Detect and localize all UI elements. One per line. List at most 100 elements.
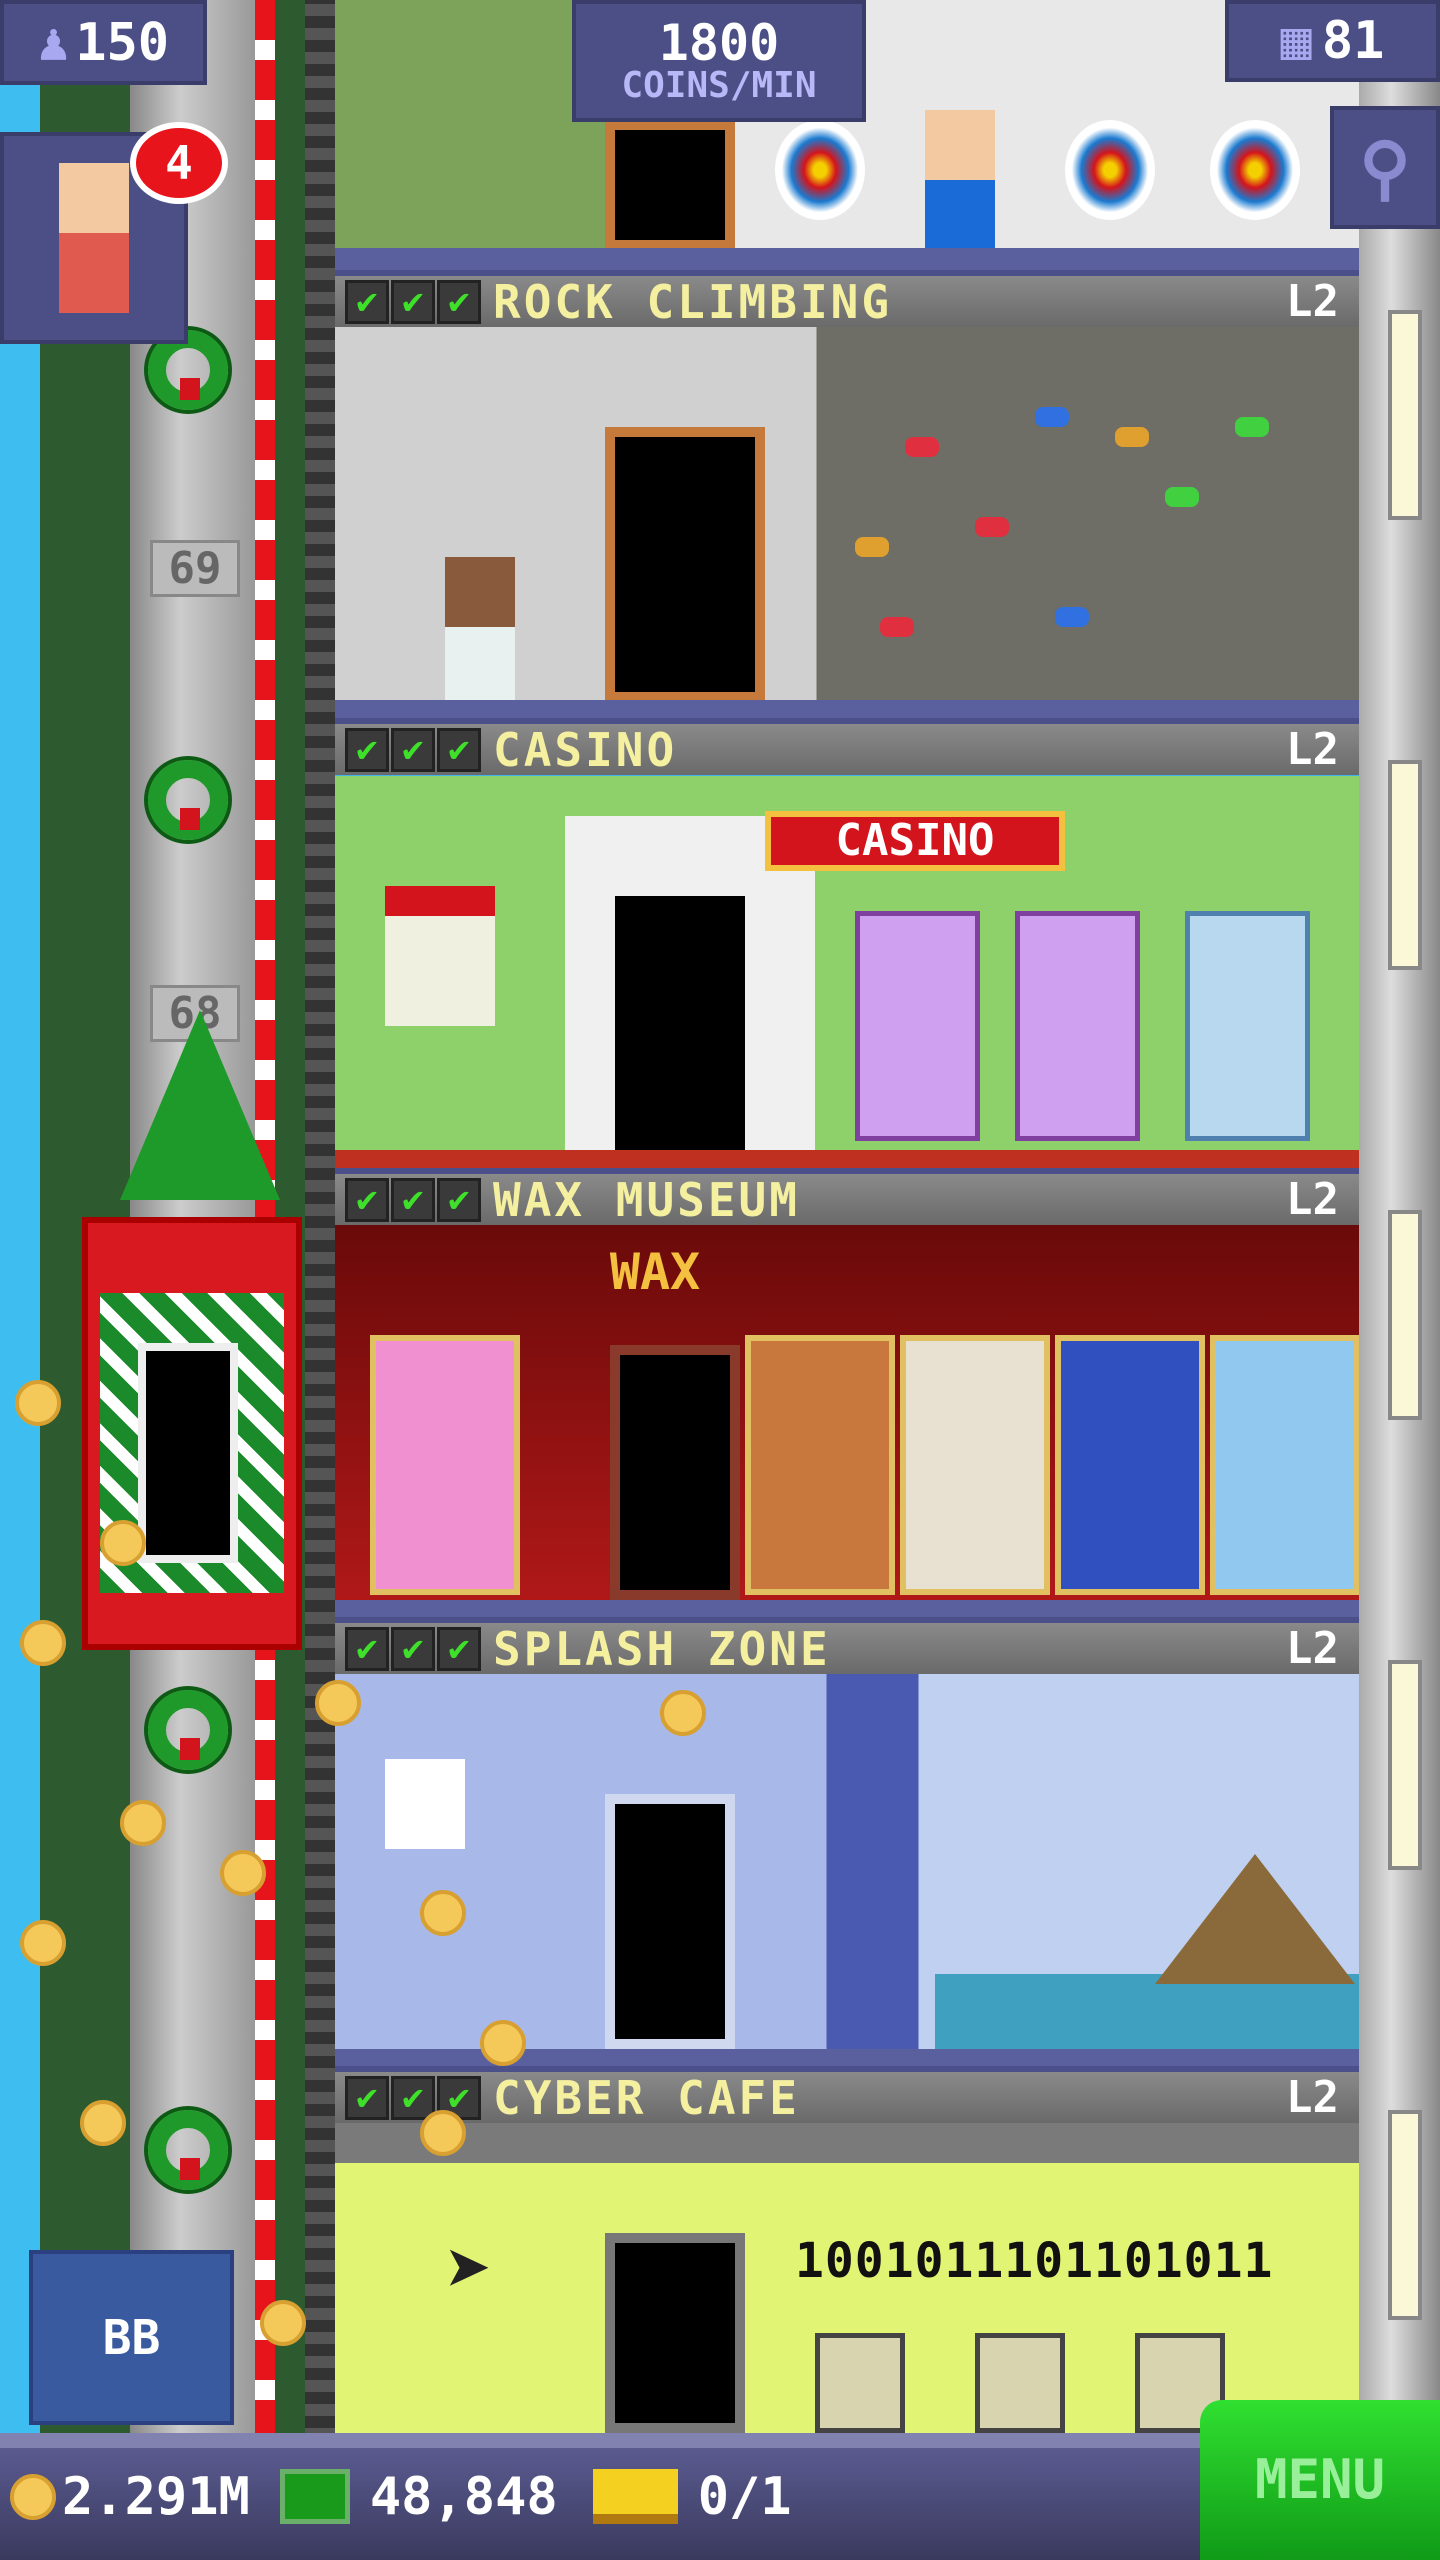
coin-icon [260, 2300, 306, 2346]
ticket-icon [592, 2469, 678, 2524]
search-button[interactable]: ⚲ [1330, 106, 1440, 229]
wreath-icon [148, 2110, 228, 2190]
magnifier-icon: ⚲ [1359, 126, 1411, 209]
coins-amount[interactable]: 2.291M [62, 2467, 250, 2527]
christmas-tree-icon [120, 1010, 280, 1200]
floor-level: L2 [1286, 724, 1339, 775]
check-icon: ✔ [437, 1626, 481, 1671]
window [1388, 760, 1422, 970]
floor-header-casino[interactable]: ✔ ✔ ✔ CASINO L2 [335, 718, 1359, 777]
wax-exhibit [900, 1335, 1050, 1595]
splash-zone-room[interactable] [335, 1674, 1359, 2049]
wax-exhibit [1055, 1335, 1205, 1595]
check-icon: ✔ [437, 727, 481, 772]
wax-museum-room[interactable]: WAX [335, 1225, 1359, 1600]
floor-header-cyber-cafe[interactable]: ✔ ✔ ✔ CYBER CAFE L2 [335, 2066, 1359, 2125]
check-icon: ✔ [391, 279, 435, 324]
check-icon: ✔ [345, 279, 389, 324]
bux-amount[interactable]: 48,848 [370, 2467, 558, 2527]
climbing-hold [1115, 427, 1149, 447]
floor-level: L2 [1286, 1623, 1339, 1674]
floors-count: 81 [1321, 11, 1385, 71]
climbing-hold [880, 617, 914, 637]
room-door [605, 427, 765, 702]
rock-climbing-room[interactable] [335, 327, 1359, 702]
population-count: 150 [75, 12, 170, 73]
elevator-rail [305, 0, 335, 2560]
floor-divider [335, 248, 1359, 270]
floor-header-rock-climbing[interactable]: ✔ ✔ ✔ ROCK CLIMBING L2 [335, 270, 1359, 329]
target-icon [1065, 120, 1155, 220]
floors-badge[interactable]: ▦ 81 [1225, 0, 1440, 82]
coin-icon [220, 1850, 266, 1896]
check-icon: ✔ [391, 727, 435, 772]
floor-name: WAX MUSEUM [493, 1172, 800, 1227]
climbing-hold [855, 537, 889, 557]
bux-icon [279, 2469, 350, 2524]
slot-machine [855, 911, 980, 1141]
building-icon: ▦ [1280, 11, 1312, 71]
check-icon: ✔ [391, 2075, 435, 2120]
check-icon: ✔ [391, 1626, 435, 1671]
menu-button[interactable]: MENU [1200, 2400, 1440, 2560]
wax-exhibit [370, 1335, 520, 1595]
floor-number: 69 [150, 540, 240, 597]
floor-divider [335, 700, 1359, 718]
wax-sign: WAX [609, 1243, 701, 1301]
floor-divider [335, 1150, 1359, 1168]
window [1388, 310, 1422, 520]
wax-exhibit [745, 1335, 895, 1595]
floor-header-splash-zone[interactable]: ✔ ✔ ✔ SPLASH ZONE L2 [335, 1617, 1359, 1676]
poster [385, 1759, 465, 1849]
floor-level: L2 [1286, 276, 1339, 327]
coins-per-min-label: COINS/MIN [621, 65, 817, 106]
floor-name: SPLASH ZONE [493, 1621, 831, 1676]
room-door [610, 1345, 740, 1600]
cashier-window [385, 886, 495, 1026]
check-icon: ✔ [345, 1626, 389, 1671]
wreath-icon [148, 760, 228, 840]
tickets-count[interactable]: 0/1 [698, 2467, 792, 2527]
check-icon: ✔ [345, 2075, 389, 2120]
population-badge[interactable]: ♟ 150 [0, 0, 207, 85]
casino-sign: CASINO [765, 811, 1065, 871]
room-door [605, 2233, 745, 2433]
check-icon: ✔ [437, 279, 481, 324]
climbing-hold [1035, 407, 1069, 427]
floor-header-wax-museum[interactable]: ✔ ✔ ✔ WAX MUSEUM L2 [335, 1168, 1359, 1227]
climbing-hold [905, 437, 939, 457]
window [1388, 1210, 1422, 1420]
bitbook-button[interactable]: BB [29, 2250, 234, 2425]
room-door [605, 120, 735, 250]
slot-machine [1185, 911, 1310, 1141]
room-door [605, 1794, 735, 2049]
floor-name: ROCK CLIMBING [493, 274, 893, 329]
bitbook-label: BB [102, 2309, 161, 2366]
floor-divider [335, 1600, 1359, 1617]
person-icon: ♟ [37, 12, 70, 73]
bitizen[interactable] [445, 557, 515, 702]
elevator-car[interactable] [82, 1217, 302, 1650]
coin-icon [420, 1890, 466, 1936]
water-slide [1155, 1854, 1355, 1984]
elevator-door [138, 1343, 238, 1563]
notification-count-badge: 4 [130, 122, 228, 204]
bitizen[interactable] [925, 110, 995, 250]
check-icon: ✔ [345, 1177, 389, 1222]
climbing-hold [1235, 417, 1269, 437]
coin-icon [100, 1520, 146, 1566]
target-icon [775, 120, 865, 220]
coin-icon [480, 2020, 526, 2066]
coin-icon [10, 2473, 56, 2520]
computer [815, 2333, 905, 2433]
check-icon: ✔ [345, 727, 389, 772]
check-icon: ✔ [391, 1177, 435, 1222]
window [1388, 1660, 1422, 1870]
cyber-cafe-room[interactable]: ➤ 1001011101101011 [335, 2123, 1359, 2433]
room-door [615, 896, 745, 1151]
coin-icon [660, 1690, 706, 1736]
computer [975, 2333, 1065, 2433]
casino-room[interactable]: CASINO [335, 776, 1359, 1151]
climbing-hold [975, 517, 1009, 537]
visitor-avatar [59, 163, 129, 313]
